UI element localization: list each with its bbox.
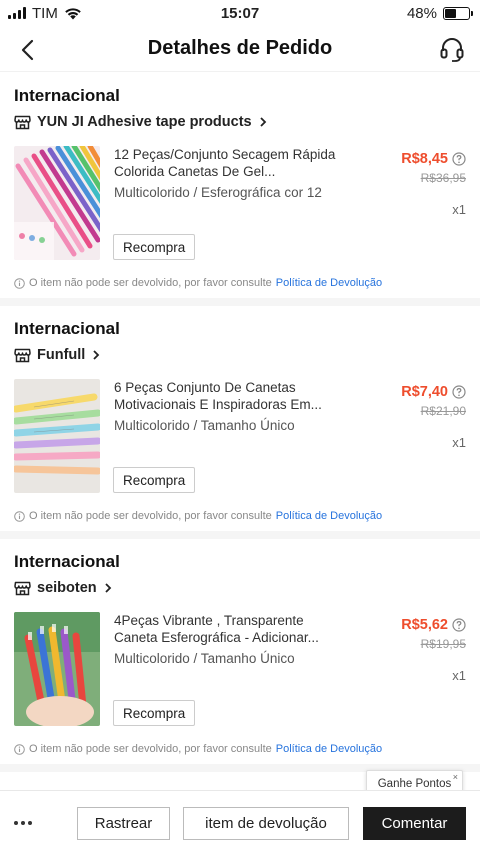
return-policy-link[interactable]: Política de Devolução <box>276 510 382 522</box>
store-icon <box>14 115 31 129</box>
tooltip-text: Ganhe Pontos <box>377 778 452 790</box>
headset-icon[interactable] <box>438 35 466 63</box>
cell-signal-icon <box>8 7 26 19</box>
return-policy-link[interactable]: Política de Devolução <box>276 743 382 755</box>
shop-name: YUN JI Adhesive tape products <box>37 114 252 130</box>
price-column: R$5,62 R$19,95 x1 <box>401 616 466 683</box>
rebuy-button[interactable]: Recompra <box>113 700 196 726</box>
help-circle-icon[interactable] <box>452 152 466 166</box>
wifi-icon <box>65 7 81 19</box>
info-icon <box>14 743 25 755</box>
return-policy-note: O item não pode ser devolvido, por favor… <box>14 741 466 757</box>
current-price: R$5,62 <box>401 616 466 634</box>
shop-link[interactable]: Funfull <box>14 341 466 369</box>
price-value: R$8,45 <box>401 151 448 167</box>
product-image <box>14 146 100 260</box>
track-button[interactable]: Rastrear <box>77 807 170 840</box>
store-icon <box>14 348 31 362</box>
shop-name: seiboten <box>37 580 97 596</box>
battery-icon <box>443 6 473 20</box>
comment-button[interactable]: Comentar <box>363 807 466 840</box>
bottom-action-bar: Rastrear item de devolução Comentar <box>0 790 480 854</box>
page-title: Detalhes de Pedido <box>147 37 333 59</box>
order-card: Internacional YUN JI Adhesive tape produ… <box>0 73 480 306</box>
return-policy-note: O item não pode ser devolvido, por favor… <box>14 275 466 291</box>
section-divider <box>0 298 480 306</box>
product-item[interactable]: 12 Peças/Conjunto Secagem Rápida Colorid… <box>14 146 466 260</box>
product-title: 6 Peças Conjunto De Canetas Motivacionai… <box>114 380 322 412</box>
price-column: R$7,40 R$21,90 x1 <box>401 383 466 450</box>
current-price: R$7,40 <box>401 383 466 401</box>
return-policy-link[interactable]: Política de Devolução <box>276 277 382 289</box>
product-variant: Multicolorido / Tamanho Único <box>114 418 295 433</box>
order-region: Internacional <box>14 86 120 105</box>
original-price: R$21,90 <box>420 404 466 418</box>
order-region: Internacional <box>14 319 120 338</box>
product-title: 4Peças Vibrante , Transparente Caneta Es… <box>114 613 319 645</box>
back-arrow-icon[interactable] <box>14 36 42 64</box>
product-item[interactable]: 4Peças Vibrante , Transparente Caneta Es… <box>14 612 466 726</box>
chevron-right-icon <box>104 583 111 593</box>
order-card: Internacional Funfull 6 Peças Conjunto D… <box>0 306 480 539</box>
quantity: x1 <box>452 435 466 450</box>
carrier-label: TIM <box>32 4 58 22</box>
return-note-text: O item não pode ser devolvido, por favor… <box>29 510 272 522</box>
section-divider <box>0 531 480 539</box>
shop-link[interactable]: YUN JI Adhesive tape products <box>14 108 466 136</box>
close-icon[interactable]: × <box>453 772 458 782</box>
quantity: x1 <box>452 668 466 683</box>
price-column: R$8,45 R$36,95 x1 <box>401 150 466 217</box>
shop-name: Funfull <box>37 347 86 363</box>
product-image <box>14 612 100 726</box>
price-value: R$7,40 <box>401 384 448 400</box>
order-region: Internacional <box>14 552 120 571</box>
product-image <box>14 379 100 493</box>
order-list: Internacional YUN JI Adhesive tape produ… <box>0 73 480 773</box>
status-bar: TIM 15:07 48% <box>0 0 480 26</box>
help-circle-icon[interactable] <box>452 618 466 632</box>
return-note-text: O item não pode ser devolvido, por favor… <box>29 743 272 755</box>
info-icon <box>14 510 25 522</box>
header: Detalhes de Pedido <box>0 26 480 72</box>
product-variant: Multicolorido / Tamanho Único <box>114 651 295 666</box>
battery-fill <box>445 8 457 18</box>
return-item-button[interactable]: item de devolução <box>183 807 349 840</box>
chevron-right-icon <box>93 350 100 360</box>
help-circle-icon[interactable] <box>452 385 466 399</box>
return-policy-note: O item não pode ser devolvido, por favor… <box>14 508 466 524</box>
battery-percent: 48% <box>406 4 437 22</box>
product-title: 12 Peças/Conjunto Secagem Rápida Colorid… <box>114 147 336 179</box>
status-right: 48% <box>406 4 473 22</box>
more-options-icon[interactable] <box>14 820 42 825</box>
product-item[interactable]: 6 Peças Conjunto De Canetas Motivacionai… <box>14 379 466 493</box>
info-icon <box>14 277 25 289</box>
store-icon <box>14 581 31 595</box>
price-value: R$5,62 <box>401 617 448 633</box>
original-price: R$36,95 <box>420 171 466 185</box>
quantity: x1 <box>452 202 466 217</box>
shop-link[interactable]: seiboten <box>14 574 466 602</box>
status-left: TIM <box>8 5 82 22</box>
current-price: R$8,45 <box>401 150 466 168</box>
rebuy-button[interactable]: Recompra <box>113 234 196 260</box>
order-card: Internacional seiboten 4Peças Vibrante ,… <box>0 539 480 772</box>
rebuy-button[interactable]: Recompra <box>113 467 196 493</box>
chevron-right-icon <box>259 117 266 127</box>
return-note-text: O item não pode ser devolvido, por favor… <box>29 277 272 289</box>
original-price: R$19,95 <box>420 637 466 651</box>
product-variant: Multicolorido / Esferográfica cor 12 <box>114 185 322 200</box>
